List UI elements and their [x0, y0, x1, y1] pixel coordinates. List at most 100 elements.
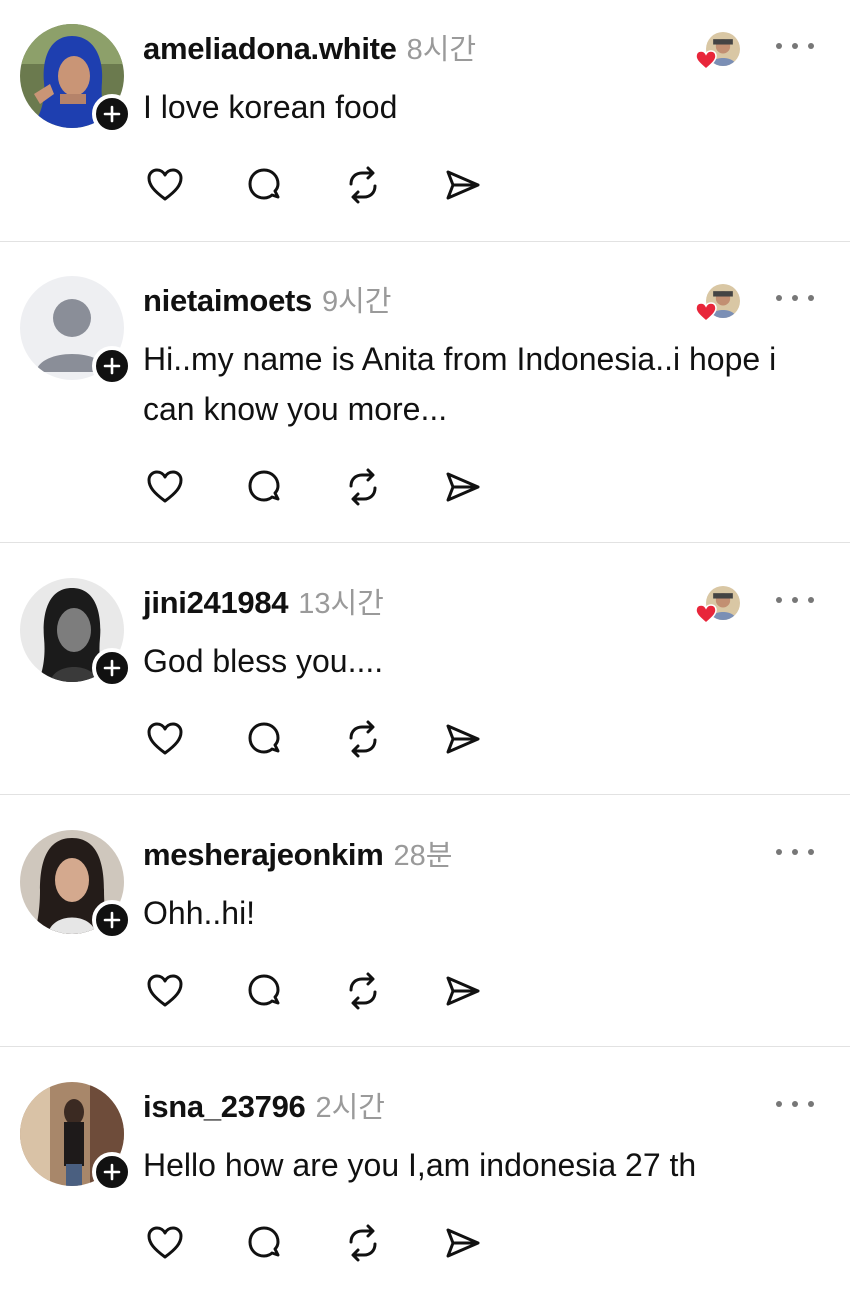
repost-button[interactable]: [338, 714, 388, 764]
divider: [0, 542, 850, 543]
plus-icon: [103, 659, 121, 677]
avatar[interactable]: [20, 276, 132, 386]
share-button[interactable]: [437, 714, 487, 764]
reply-button[interactable]: [239, 966, 289, 1016]
reply-button[interactable]: [239, 714, 289, 764]
ellipsis-icon: [776, 597, 782, 603]
username[interactable]: ameliadona.white: [143, 31, 397, 67]
ellipsis-dot: [808, 1101, 814, 1107]
avatar[interactable]: [20, 578, 132, 688]
divider: [0, 794, 850, 795]
ellipsis-icon: [776, 1101, 782, 1107]
repost-button[interactable]: [338, 1218, 388, 1268]
liked-by-badge[interactable]: [694, 282, 744, 326]
post-item: mesherajeonkim 28분 Ohh..hi!: [0, 806, 850, 1046]
speech-bubble-icon: [248, 974, 280, 1006]
follow-button[interactable]: [92, 1152, 132, 1192]
post-item: jini241984 13시간 God bless you....: [0, 554, 850, 794]
like-button[interactable]: [140, 1218, 190, 1268]
more-options-button[interactable]: [776, 288, 814, 308]
follow-button[interactable]: [92, 900, 132, 940]
paper-plane-icon: [446, 472, 480, 502]
post-item: ameliadona.white 8시간 I love korean food: [0, 0, 850, 242]
speech-bubble-icon: [248, 722, 280, 754]
follow-button[interactable]: [92, 94, 132, 134]
paper-plane-icon: [446, 724, 480, 754]
divider: [0, 241, 850, 242]
like-button[interactable]: [140, 462, 190, 512]
repost-button[interactable]: [338, 966, 388, 1016]
share-button[interactable]: [437, 1218, 487, 1268]
plus-icon: [103, 357, 121, 375]
post-time: 9시간: [321, 286, 392, 318]
heart-outline-icon: [147, 1226, 183, 1259]
paper-plane-icon: [446, 1228, 480, 1258]
follow-button[interactable]: [92, 346, 132, 386]
reply-button[interactable]: [239, 462, 289, 512]
post-meta: isna_23796 2시간: [143, 1084, 385, 1126]
ellipsis-dot: [808, 597, 814, 603]
ellipsis-dot: [808, 43, 814, 49]
liked-by-badge[interactable]: [694, 30, 744, 74]
reply-button[interactable]: [239, 160, 289, 210]
username[interactable]: jini241984: [143, 585, 289, 621]
repost-button[interactable]: [338, 462, 388, 512]
post-time: 2시간: [315, 1092, 385, 1124]
post-time: 8시간: [406, 34, 477, 66]
heart-filled-icon: [695, 302, 717, 322]
ellipsis-dot: [792, 597, 798, 603]
post-text: Ohh..hi!: [143, 895, 256, 931]
post-text: God bless you....: [143, 643, 384, 679]
repost-button[interactable]: [338, 160, 388, 210]
heart-filled-icon: [695, 604, 717, 624]
ellipsis-dot: [792, 1101, 798, 1107]
heart-outline-icon: [147, 470, 183, 503]
post-meta: mesherajeonkim 28분: [143, 832, 452, 874]
username[interactable]: mesherajeonkim: [143, 837, 384, 873]
speech-bubble-icon: [248, 168, 280, 200]
avatar[interactable]: [20, 830, 132, 940]
username[interactable]: nietaimoets: [143, 283, 312, 319]
action-bar: [140, 462, 536, 512]
post-item: nietaimoets 9시간 Hi..my name is Anita fro…: [0, 252, 850, 542]
plus-icon: [103, 911, 121, 929]
avatar[interactable]: [20, 24, 132, 134]
heart-filled-icon: [695, 50, 717, 70]
ellipsis-dot: [792, 43, 798, 49]
post-text: Hi..my name is Anita from Indonesia..i h…: [143, 341, 777, 427]
action-bar: [140, 966, 536, 1016]
share-button[interactable]: [437, 160, 487, 210]
ellipsis-icon: [776, 43, 782, 49]
avatar[interactable]: [20, 1082, 132, 1192]
ellipsis-dot: [808, 849, 814, 855]
like-button[interactable]: [140, 966, 190, 1016]
paper-plane-icon: [446, 170, 480, 200]
post-time: 13시간: [298, 588, 384, 620]
ellipsis-dot: [792, 849, 798, 855]
follow-button[interactable]: [92, 648, 132, 688]
paper-plane-icon: [446, 976, 480, 1006]
share-button[interactable]: [437, 462, 487, 512]
speech-bubble-icon: [248, 470, 280, 502]
post-time: 28분: [393, 840, 453, 872]
like-button[interactable]: [140, 160, 190, 210]
ellipsis-dot: [808, 295, 814, 301]
more-options-button[interactable]: [776, 590, 814, 610]
repost-arrows-icon: [349, 972, 377, 1010]
reply-button[interactable]: [239, 1218, 289, 1268]
action-bar: [140, 1218, 536, 1268]
more-options-button[interactable]: [776, 36, 814, 56]
heart-outline-icon: [147, 722, 183, 755]
repost-arrows-icon: [349, 166, 377, 204]
share-button[interactable]: [437, 966, 487, 1016]
post-meta: jini241984 13시간: [143, 580, 384, 622]
heart-outline-icon: [147, 974, 183, 1007]
more-options-button[interactable]: [776, 842, 814, 862]
more-options-button[interactable]: [776, 1094, 814, 1114]
liked-by-badge[interactable]: [694, 584, 744, 628]
repost-arrows-icon: [349, 1224, 377, 1262]
speech-bubble-icon: [248, 1226, 280, 1258]
username[interactable]: isna_23796: [143, 1089, 306, 1125]
like-button[interactable]: [140, 714, 190, 764]
heart-outline-icon: [147, 168, 183, 201]
